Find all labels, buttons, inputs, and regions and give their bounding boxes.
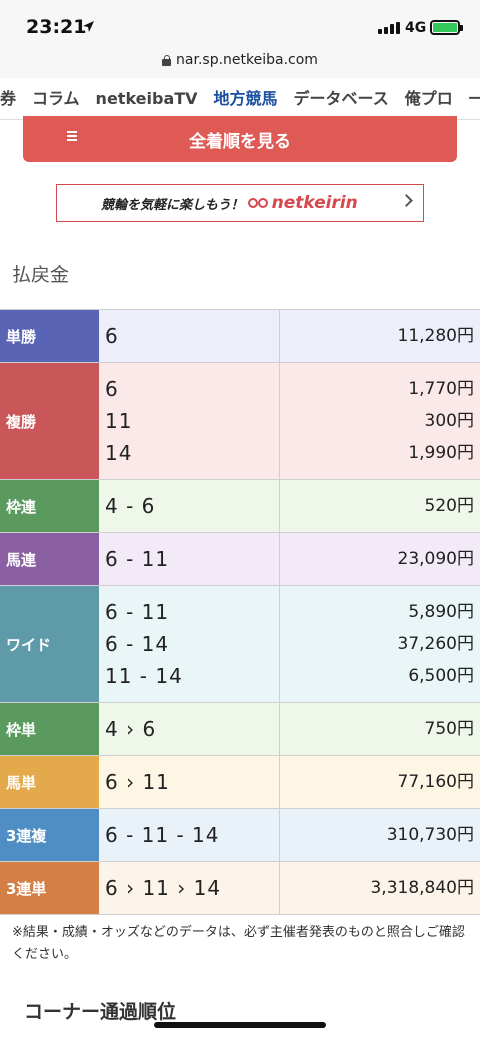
nav-tab[interactable]: 地方競馬 [206,78,286,119]
payout-row: 3連単 6 › 11 › 14 3,318,840円 [0,862,480,915]
payout-amount: 77,160円 [397,772,474,792]
horse-combination: 4 › 6 [105,717,157,741]
chevron-right-icon [400,194,413,207]
payout-row: 単勝 6 11,280円 [0,310,480,363]
nav-tab[interactable]: netkeibaTV [88,78,206,119]
nav-tab[interactable]: データベース [286,78,397,119]
bet-type-label: 馬連 [0,533,99,585]
nav-tabs: 券コラムnetkeibaTV地方競馬データベース俺プロ一 [0,78,480,120]
signal-icon [378,22,400,34]
payout-row: 枠単 4 › 6 750円 [0,703,480,756]
horse-combination: 6 › 11 › 14 [105,876,222,900]
horse-combination: 6 [105,324,119,348]
payout-row: 馬連 6 - 11 23,090円 [0,533,480,586]
payout-amount: 300円 [424,411,474,431]
payout-row: ワイド 6 - 11 6 - 14 11 - 14 5,890円 37,260円 6,500… [0,586,480,703]
horse-combination: 6 - 11 [105,600,170,624]
bicycle-logo-icon [247,196,270,210]
payout-amount: 750円 [424,719,474,739]
payout-row: 枠連 4 - 6 520円 [0,480,480,533]
payout-amount: 1,770円 [408,379,474,399]
bet-type-label: 3連複 [0,809,99,861]
url-bar[interactable]: nar.sp.netkeiba.com [0,44,480,78]
horse-combination: 6 [105,377,119,401]
disclaimer-note: ※結果・成績・オッズなどのデータは、必ず主催者発表のものと照合しご確認ください。 [12,925,465,962]
payout-amount: 520円 [424,496,474,516]
list-icon [67,131,77,141]
corner-order-title: コーナー通過順位 [24,1001,177,1023]
all-results-button[interactable]: 全着順を見る [23,116,457,162]
nav-tab[interactable]: コラム [24,78,88,119]
horse-combination: 6 - 11 - 14 [105,823,220,847]
all-results-label: 全着順を見る [189,131,291,152]
location-arrow-icon [83,21,94,32]
bet-type-label: 単勝 [0,310,99,362]
netkeirin-banner[interactable]: 競輪を気軽に楽しもう！ netkeirin [56,184,424,222]
nav-tab[interactable]: 券 [0,78,24,119]
bet-type-label: 枠単 [0,703,99,755]
home-indicator [154,1022,326,1028]
payout-row: 複勝 6 11 14 1,770円 300円 1,990円 [0,363,480,480]
payout-amount: 11,280円 [397,326,474,346]
bet-type-label: 枠連 [0,480,99,532]
bet-type-label: 複勝 [0,363,99,479]
horse-combination: 4 - 6 [105,494,156,518]
bet-type-label: 3連単 [0,862,99,914]
horse-combination: 6 › 11 [105,770,170,794]
payout-row: 3連複 6 - 11 - 14 310,730円 [0,809,480,862]
bet-type-label: ワイド [0,586,99,702]
nav-tab[interactable]: 俺プロ [397,78,461,119]
banner-text: 競輪を気軽に楽しもう！ [101,197,244,213]
horse-combination: 6 - 11 [105,547,170,571]
payout-amount: 37,260円 [397,634,474,654]
bet-type-label: 馬単 [0,756,99,808]
payout-row: 馬単 6 › 11 77,160円 [0,756,480,809]
battery-icon [430,20,463,35]
horse-combination: 6 - 14 [105,632,170,656]
payout-amount: 310,730円 [386,825,474,845]
payout-amount: 3,318,840円 [370,878,474,898]
url-text[interactable]: nar.sp.netkeiba.com [176,52,318,68]
horse-combination: 11 [105,409,133,433]
status-time: 23:21 [26,16,87,38]
payout-amount: 6,500円 [408,666,474,686]
payout-amount: 5,890円 [408,602,474,622]
payout-table: 単勝 6 11,280円複勝 6 11 14 1,770円 300円 1,990円枠連 4 - 6… [0,309,480,915]
nav-tab[interactable]: 一 [461,78,480,119]
payout-title: 払戻金 [12,264,70,286]
lock-icon [162,54,172,66]
horse-combination: 11 - 14 [105,664,183,688]
payout-amount: 23,090円 [397,549,474,569]
banner-brand: netkeirin [271,193,358,213]
network-type: 4G [405,20,427,36]
horse-combination: 14 [105,441,133,465]
payout-amount: 1,990円 [408,443,474,463]
